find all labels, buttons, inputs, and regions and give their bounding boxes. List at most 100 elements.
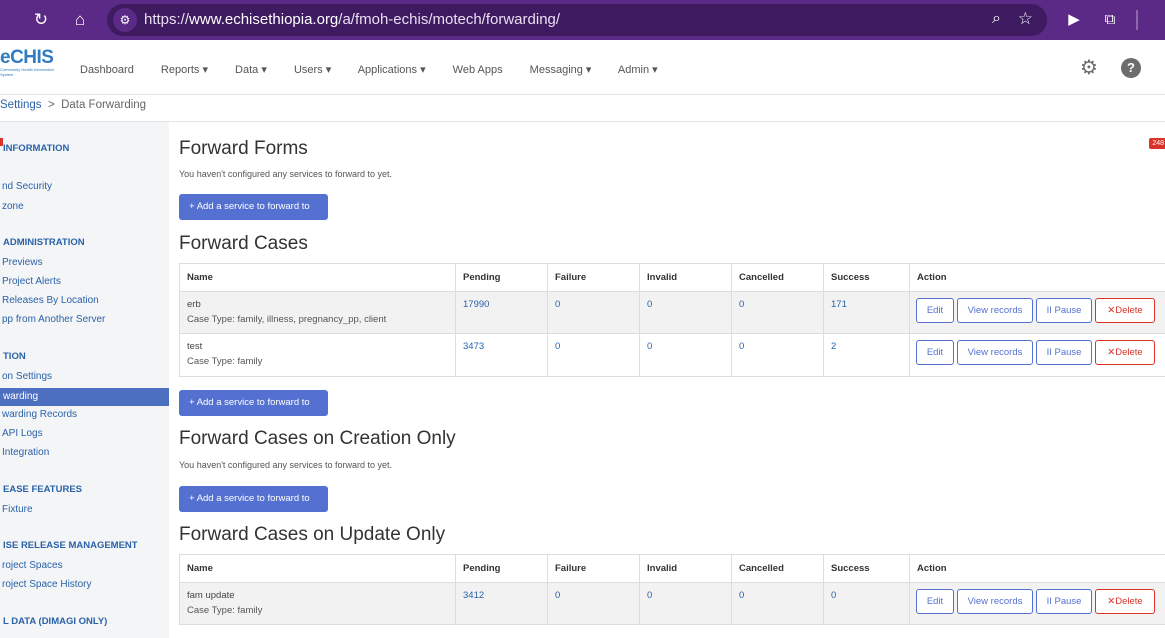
edit-button[interactable]: Edit	[916, 298, 954, 323]
edit-button[interactable]: Edit	[916, 340, 954, 365]
address-bar[interactable]: ⚙ https://www.echisethiopia.org/a/fmoh-e…	[107, 4, 1047, 36]
sidebar-item-timezone[interactable]: zone	[2, 201, 24, 212]
cell-success[interactable]: 0	[823, 582, 910, 625]
extensions-puzzle-icon[interactable]: ⧉	[1100, 10, 1120, 30]
service-name: fam update	[187, 590, 235, 601]
forward-cases-title: Forward Cases	[179, 233, 308, 254]
case-type: Case Type: family, illness, pregnancy_pp…	[187, 314, 387, 325]
add-service-cases-button[interactable]: + Add a service to forward to	[179, 390, 328, 416]
menu-reports[interactable]: Reports ▾	[161, 64, 208, 76]
reload-icon[interactable]: ↻	[30, 9, 52, 31]
notification-badge[interactable]: 248	[1149, 138, 1165, 149]
add-service-forms-button[interactable]: + Add a service to forward to	[179, 194, 328, 220]
plus-icon: +	[189, 201, 195, 212]
extension-play-icon[interactable]: ▶	[1064, 10, 1084, 30]
toolbar-divider	[1136, 10, 1138, 30]
delete-button[interactable]: ✕Delete	[1095, 589, 1155, 614]
sidebar-item-connection-settings[interactable]: on Settings	[2, 371, 52, 382]
sidebar-item-project-spaces[interactable]: roject Spaces	[2, 560, 63, 571]
sidebar-item-project-alerts[interactable]: Project Alerts	[2, 276, 61, 287]
cell-invalid[interactable]: 0	[639, 333, 732, 377]
app-navbar: eCHIS Community Health Information Syste…	[0, 40, 1165, 95]
pause-button[interactable]: II Pause	[1036, 340, 1092, 365]
forward-forms-title: Forward Forms	[179, 138, 308, 159]
menu-dashboard[interactable]: Dashboard	[80, 64, 134, 76]
cell-name: erb Case Type: family, illness, pregnancy…	[179, 291, 456, 334]
cell-cancelled[interactable]: 0	[731, 333, 824, 377]
cell-success[interactable]: 171	[823, 291, 910, 334]
sidebar-item-data-forwarding[interactable]: warding	[0, 388, 169, 406]
sidebar-item-copy-from-server[interactable]: pp from Another Server	[2, 314, 105, 325]
cell-cancelled[interactable]: 0	[731, 582, 824, 625]
view-records-button[interactable]: View records	[957, 340, 1033, 365]
cell-invalid[interactable]: 0	[639, 582, 732, 625]
sidebar-item-project-space-history[interactable]: roject Space History	[2, 579, 91, 590]
sidebar-heading-integration: TION	[3, 351, 26, 362]
forward-creation-empty-note: You haven't configured any services to f…	[179, 460, 393, 470]
pause-button[interactable]: II Pause	[1036, 589, 1092, 614]
forward-forms-empty-note: You haven't configured any services to f…	[179, 169, 393, 179]
breadcrumb-settings[interactable]: Settings	[0, 99, 42, 111]
button-label: Add a service to forward to	[196, 493, 310, 504]
url-text[interactable]: https://www.echisethiopia.org/a/fmoh-ech…	[144, 11, 560, 28]
col-name: Name	[179, 263, 456, 292]
case-type: Case Type: family	[187, 605, 263, 616]
menu-applications[interactable]: Applications ▾	[358, 64, 426, 76]
sidebar-item-fixture[interactable]: Fixture	[2, 504, 33, 515]
delete-button[interactable]: ✕Delete	[1095, 298, 1155, 323]
echis-logo[interactable]: eCHIS Community Health Information Syste…	[0, 47, 64, 83]
forward-cases-table: Name Pending Failure Invalid Cancelled S…	[179, 263, 1165, 377]
cell-pending[interactable]: 3473	[455, 333, 548, 377]
plus-icon: +	[189, 493, 195, 504]
button-label: Pause	[1054, 596, 1082, 607]
sidebar-item-forwarding-records[interactable]: warding Records	[2, 409, 77, 420]
sidebar-item-integration[interactable]: Integration	[2, 447, 49, 458]
menu-data[interactable]: Data ▾	[235, 64, 267, 76]
browser-toolbar: ↻ ⌂ ⚙ https://www.echisethiopia.org/a/fm…	[0, 0, 1165, 40]
sidebar-heading-information: INFORMATION	[3, 143, 70, 154]
help-icon[interactable]: ?	[1121, 58, 1141, 78]
menu-users[interactable]: Users ▾	[294, 64, 331, 76]
sidebar-item-releases-by-location[interactable]: Releases By Location	[2, 295, 99, 306]
home-icon[interactable]: ⌂	[69, 9, 91, 31]
cell-cancelled[interactable]: 0	[731, 291, 824, 334]
edit-button[interactable]: Edit	[916, 589, 954, 614]
cell-success[interactable]: 2	[823, 333, 910, 377]
forward-creation-title: Forward Cases on Creation Only	[179, 428, 456, 449]
col-failure: Failure	[547, 263, 640, 292]
sidebar-item-api-logs[interactable]: API Logs	[2, 428, 43, 439]
logo-subtitle: Community Health Information System	[0, 67, 55, 77]
service-name: test	[187, 341, 203, 352]
breadcrumb-current: Data Forwarding	[61, 99, 147, 111]
col-cancelled: Cancelled	[731, 263, 824, 292]
button-label: Delete	[1115, 596, 1143, 607]
table-row: erb Case Type: family, illness, pregnancy…	[179, 291, 1165, 334]
site-settings-icon[interactable]: ⚙	[113, 8, 137, 32]
col-action: Action	[909, 263, 1165, 292]
sidebar-heading-release-management: ISE RELEASE MANAGEMENT	[3, 540, 138, 551]
cell-failure[interactable]: 0	[547, 582, 640, 625]
button-label: Add a service to forward to	[196, 397, 310, 408]
pause-button[interactable]: II Pause	[1036, 298, 1092, 323]
zoom-icon[interactable]: ⌕	[992, 10, 1001, 28]
bookmark-star-icon[interactable]: ☆	[1018, 9, 1033, 29]
pause-icon: II	[1046, 596, 1052, 607]
sidebar-item-privacy-security[interactable]: nd Security	[2, 181, 52, 192]
delete-button[interactable]: ✕Delete	[1095, 340, 1155, 365]
cell-failure[interactable]: 0	[547, 291, 640, 334]
menu-messaging[interactable]: Messaging ▾	[530, 64, 592, 76]
gear-icon[interactable]: ⚙	[1078, 57, 1100, 79]
add-service-creation-button[interactable]: + Add a service to forward to	[179, 486, 328, 512]
cell-name: test Case Type: family	[179, 333, 456, 377]
menu-web-apps[interactable]: Web Apps	[453, 64, 503, 76]
cell-pending[interactable]: 17990	[455, 291, 548, 334]
cell-invalid[interactable]: 0	[639, 291, 732, 334]
breadcrumb: Settings > Data Forwarding	[0, 99, 146, 111]
sidebar-item-previews[interactable]: Previews	[2, 257, 43, 268]
service-name: erb	[187, 299, 201, 310]
view-records-button[interactable]: View records	[957, 589, 1033, 614]
menu-admin[interactable]: Admin ▾	[618, 64, 658, 76]
view-records-button[interactable]: View records	[957, 298, 1033, 323]
cell-failure[interactable]: 0	[547, 333, 640, 377]
cell-pending[interactable]: 3412	[455, 582, 548, 625]
